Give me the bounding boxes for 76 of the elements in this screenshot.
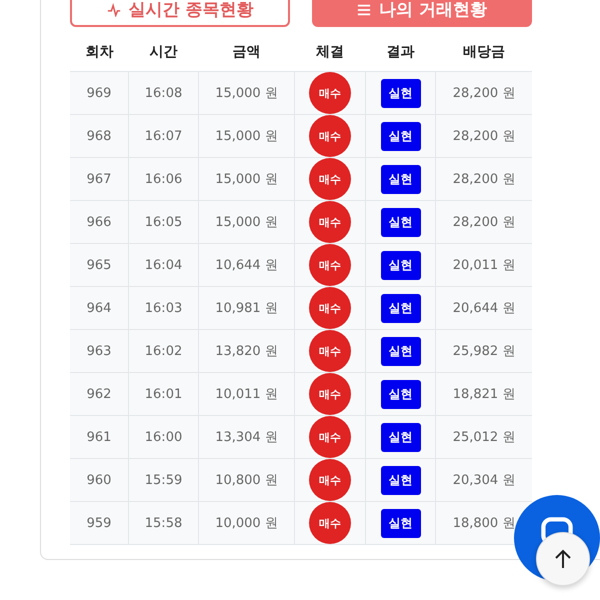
table-cell: 28,200 원 [452, 86, 516, 101]
column-header: 결과 [386, 44, 414, 60]
table-cell: 10,011 원 [215, 387, 278, 402]
tab[interactable]: 실시간 종목현황 [70, 0, 290, 27]
trade-badge: 매수 [309, 244, 351, 286]
table-cell: 28,200 원 [452, 172, 516, 187]
trade-badge: 매수 [309, 459, 351, 501]
table-cell: 961 [86, 430, 112, 444]
table-cell: 969 [86, 86, 112, 100]
result-badge: 실현 [380, 508, 420, 538]
table-cell: 964 [86, 300, 112, 316]
result-badge: 실현 [380, 466, 420, 494]
column-header: 시간 [150, 44, 178, 60]
table-cell: 16:08 [144, 86, 182, 100]
table-cell: 16:05 [144, 214, 182, 230]
table-cell: 960 [86, 472, 112, 488]
table-cell: 28,200 원 [452, 129, 516, 144]
trade-badge: 매수 [309, 72, 351, 114]
table-cell: 13,820 원 [215, 344, 278, 359]
table-cell: 16:07 [144, 128, 182, 144]
result-badge: 실현 [380, 380, 420, 408]
column-header: 회차 [85, 44, 114, 60]
trade-badge: 매수 [309, 158, 351, 200]
table-cell: 20,304 원 [452, 473, 516, 488]
table-cell: 15:58 [144, 516, 182, 530]
table-cell: 16:04 [144, 258, 182, 272]
trade-badge: 매수 [309, 373, 351, 415]
trade-badge: 매수 [309, 115, 351, 157]
tab[interactable]: 나의 거래현황 [312, 0, 532, 27]
result-badge: 실현 [380, 294, 420, 322]
table-cell: 967 [86, 172, 112, 186]
column-header: 금액 [232, 44, 260, 60]
table-cell: 18,821 원 [452, 387, 516, 402]
table-cell: 15,000 원 [215, 172, 278, 187]
table-cell: 15,000 원 [215, 86, 278, 101]
table-cell: 16:02 [144, 344, 182, 358]
trade-badge: 매수 [309, 287, 351, 329]
table-cell: 10,981 원 [215, 301, 278, 316]
trade-badge: 매수 [309, 416, 351, 458]
column-header: 체결 [316, 44, 344, 60]
trade-badge: 매수 [309, 201, 351, 243]
result-badge: 실현 [380, 164, 420, 194]
table-cell: 15,000 원 [215, 129, 278, 144]
trade-badge: 매수 [309, 330, 351, 372]
table-cell: 10,800 원 [215, 473, 278, 488]
result-badge: 실현 [380, 78, 420, 108]
result-badge: 실현 [380, 422, 420, 452]
table-cell: 20,644 원 [452, 301, 516, 316]
table-cell: 13,304 원 [215, 430, 278, 445]
table-cell: 20,011 원 [452, 258, 516, 273]
list-icon [357, 2, 372, 16]
table-cell: 16:03 [144, 300, 182, 316]
table-cell: 966 [86, 214, 112, 230]
trade-badge: 매수 [309, 502, 351, 544]
result-badge: 실현 [380, 250, 420, 280]
table-cell: 10,644 원 [215, 258, 278, 273]
table-cell: 25,012 원 [452, 430, 516, 445]
table-cell: 16:01 [144, 386, 182, 402]
table-cell: 959 [86, 516, 112, 530]
table-cell: 18,800 원 [452, 516, 516, 531]
table-cell: 962 [86, 386, 112, 402]
table-cell: 16:00 [144, 430, 182, 444]
table-cell: 968 [86, 128, 112, 144]
table-cell: 963 [86, 344, 112, 358]
table-cell: 15:59 [144, 472, 182, 488]
chart-icon [106, 2, 121, 16]
table-cell: 15,000 원 [215, 215, 278, 230]
result-badge: 실현 [380, 122, 420, 150]
table-cell: 965 [86, 258, 112, 272]
column-header: 배당금 [462, 44, 505, 60]
table-cell: 25,982 원 [452, 344, 516, 359]
result-badge: 실현 [380, 336, 420, 366]
table-cell: 16:06 [144, 172, 182, 186]
table-cell: 10,000 원 [215, 516, 278, 531]
result-badge: 실현 [380, 208, 420, 236]
table-cell: 28,200 원 [452, 215, 516, 230]
